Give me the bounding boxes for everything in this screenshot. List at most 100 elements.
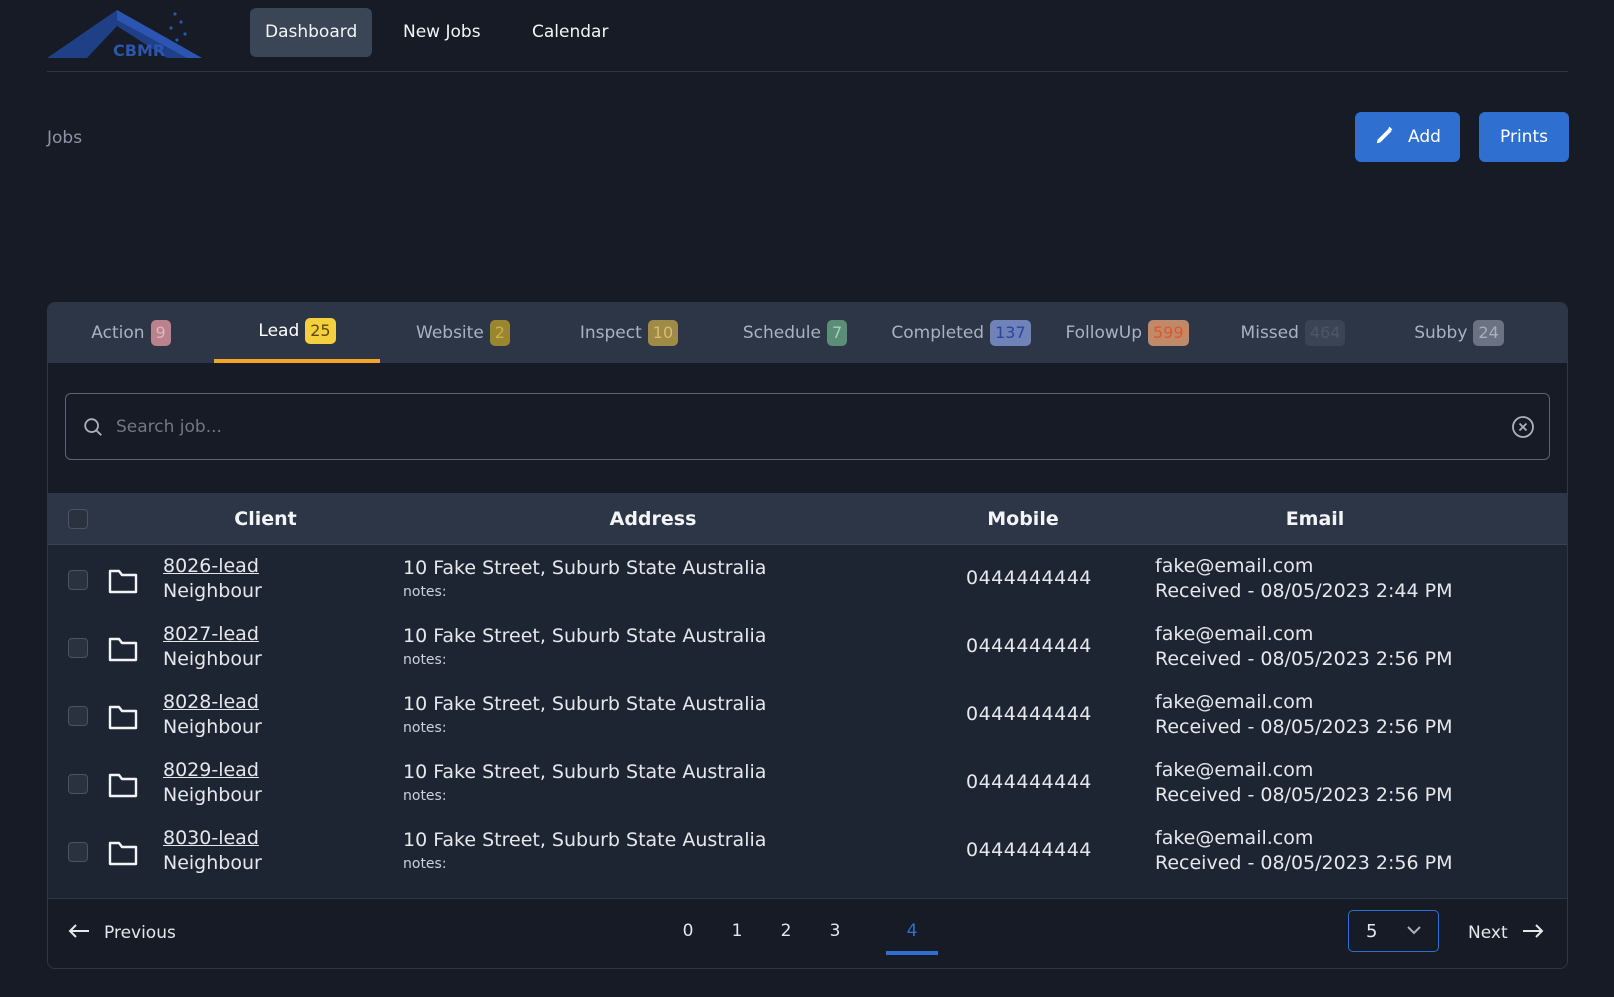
email-text: fake@email.com bbox=[1155, 555, 1314, 577]
tab-followup[interactable]: FollowUp 599 bbox=[1044, 303, 1210, 363]
tab-count-badge: 9 bbox=[150, 320, 171, 346]
tab-count-badge: 10 bbox=[647, 320, 679, 346]
tab-label: Missed bbox=[1240, 323, 1299, 343]
notes-text: notes: bbox=[403, 788, 447, 804]
search-input[interactable] bbox=[116, 394, 1466, 459]
folder-icon[interactable] bbox=[108, 635, 138, 667]
address-text: 10 Fake Street, Suburb State Australia bbox=[403, 761, 767, 783]
nav-new-jobs[interactable]: New Jobs bbox=[388, 8, 496, 57]
job-link[interactable]: 8026-lead bbox=[163, 555, 259, 577]
add-button[interactable]: Add bbox=[1355, 112, 1460, 162]
client-type: Neighbour bbox=[163, 580, 262, 602]
job-link[interactable]: 8030-lead bbox=[163, 827, 259, 849]
page-number[interactable]: 3 bbox=[810, 921, 860, 941]
page-number[interactable]: 2 bbox=[761, 921, 811, 941]
pagination: Previous 0 1 2 3 4 5 Next bbox=[48, 898, 1567, 968]
job-link[interactable]: 8028-lead bbox=[163, 691, 259, 713]
address-text: 10 Fake Street, Suburb State Australia bbox=[403, 829, 767, 851]
search-area bbox=[48, 363, 1567, 493]
tab-label: Lead bbox=[258, 321, 300, 341]
tab-count-badge: 25 bbox=[305, 318, 336, 344]
folder-icon[interactable] bbox=[108, 567, 138, 599]
address-text: 10 Fake Street, Suburb State Australia bbox=[403, 557, 767, 579]
client-type: Neighbour bbox=[163, 716, 262, 738]
tab-missed[interactable]: Missed 464 bbox=[1210, 303, 1376, 363]
email-text: fake@email.com bbox=[1155, 827, 1314, 849]
table-body: 8026-lead Neighbour 10 Fake Street, Subu… bbox=[48, 545, 1567, 898]
per-page-select[interactable]: 5 bbox=[1348, 910, 1439, 952]
tab-label: Action bbox=[91, 323, 145, 343]
tab-schedule[interactable]: Schedule 7 bbox=[712, 303, 878, 363]
received-text: Received - 08/05/2023 2:44 PM bbox=[1155, 580, 1453, 602]
tab-count-badge: 599 bbox=[1148, 320, 1189, 346]
email-text: fake@email.com bbox=[1155, 691, 1314, 713]
nav-dashboard[interactable]: Dashboard bbox=[250, 8, 373, 57]
tab-website[interactable]: Website 2 bbox=[380, 303, 546, 363]
search-box bbox=[65, 393, 1550, 460]
mobile-text: 0444444444 bbox=[966, 771, 1092, 793]
logo-text: CBMR bbox=[113, 41, 165, 60]
tab-completed[interactable]: Completed 137 bbox=[878, 303, 1044, 363]
row-checkbox[interactable] bbox=[68, 774, 88, 794]
row-checkbox[interactable] bbox=[68, 638, 88, 658]
mobile-text: 0444444444 bbox=[966, 703, 1092, 725]
row-checkbox[interactable] bbox=[68, 842, 88, 862]
table-header: Client Address Mobile Email bbox=[48, 493, 1567, 545]
notes-text: notes: bbox=[403, 652, 447, 668]
company-logo[interactable]: CBMR bbox=[47, 4, 207, 62]
row-checkbox[interactable] bbox=[68, 570, 88, 590]
tab-count-badge: 464 bbox=[1304, 320, 1346, 346]
arrow-left-icon bbox=[68, 923, 90, 943]
tab-label: Inspect bbox=[579, 323, 642, 343]
received-text: Received - 08/05/2023 2:56 PM bbox=[1155, 648, 1453, 670]
search-icon bbox=[82, 416, 104, 442]
column-header-address[interactable]: Address bbox=[403, 493, 903, 545]
select-all-checkbox[interactable] bbox=[68, 509, 88, 529]
mobile-text: 0444444444 bbox=[966, 839, 1092, 861]
previous-label: Previous bbox=[104, 923, 176, 943]
table-row: 8029-lead Neighbour 10 Fake Street, Subu… bbox=[48, 749, 1567, 819]
row-checkbox[interactable] bbox=[68, 706, 88, 726]
received-text: Received - 08/05/2023 2:56 PM bbox=[1155, 784, 1453, 806]
column-header-email[interactable]: Email bbox=[1155, 493, 1475, 545]
tab-count-badge: 7 bbox=[826, 320, 848, 346]
job-link[interactable]: 8027-lead bbox=[163, 623, 259, 645]
table-row: 8030-lead Neighbour 10 Fake Street, Subu… bbox=[48, 817, 1567, 887]
chevron-down-icon bbox=[1407, 926, 1421, 935]
tab-count-badge: 24 bbox=[1473, 320, 1504, 346]
clear-circle-icon[interactable] bbox=[1511, 415, 1535, 443]
email-text: fake@email.com bbox=[1155, 623, 1314, 645]
tab-count-badge: 137 bbox=[990, 320, 1031, 346]
previous-button[interactable]: Previous bbox=[68, 923, 176, 943]
nav-calendar[interactable]: Calendar bbox=[517, 8, 623, 57]
column-header-mobile[interactable]: Mobile bbox=[938, 493, 1108, 545]
tab-count-badge: 2 bbox=[489, 320, 510, 346]
status-tabs: Action 9 Lead 25 Website 2 Inspect 10 Sc… bbox=[48, 303, 1567, 363]
table-row: 8028-lead Neighbour 10 Fake Street, Subu… bbox=[48, 681, 1567, 751]
tab-action[interactable]: Action 9 bbox=[48, 303, 214, 363]
tab-label: Website bbox=[416, 323, 484, 343]
prints-button[interactable]: Prints bbox=[1479, 112, 1569, 162]
page-number[interactable]: 1 bbox=[712, 921, 762, 941]
current-page-indicator bbox=[886, 951, 938, 955]
page-number[interactable]: 0 bbox=[663, 921, 713, 941]
tab-label: Completed bbox=[891, 323, 985, 343]
table-row: 8027-lead Neighbour 10 Fake Street, Subu… bbox=[48, 613, 1567, 683]
received-text: Received - 08/05/2023 2:56 PM bbox=[1155, 852, 1453, 874]
page-number-current[interactable]: 4 bbox=[887, 921, 937, 941]
folder-icon[interactable] bbox=[108, 839, 138, 871]
job-link[interactable]: 8029-lead bbox=[163, 759, 259, 781]
client-type: Neighbour bbox=[163, 648, 262, 670]
tab-lead[interactable]: Lead 25 bbox=[214, 303, 380, 363]
tab-inspect[interactable]: Inspect 10 bbox=[546, 303, 712, 363]
received-text: Received - 08/05/2023 2:56 PM bbox=[1155, 716, 1453, 738]
tab-subby[interactable]: Subby 24 bbox=[1376, 303, 1542, 363]
folder-icon[interactable] bbox=[108, 703, 138, 735]
column-header-client[interactable]: Client bbox=[163, 493, 368, 545]
mobile-text: 0444444444 bbox=[966, 567, 1092, 589]
jobs-panel: Action 9 Lead 25 Website 2 Inspect 10 Sc… bbox=[47, 302, 1568, 969]
next-button[interactable]: Next bbox=[1468, 923, 1544, 943]
client-type: Neighbour bbox=[163, 852, 262, 874]
notes-text: notes: bbox=[403, 856, 447, 872]
folder-icon[interactable] bbox=[108, 771, 138, 803]
